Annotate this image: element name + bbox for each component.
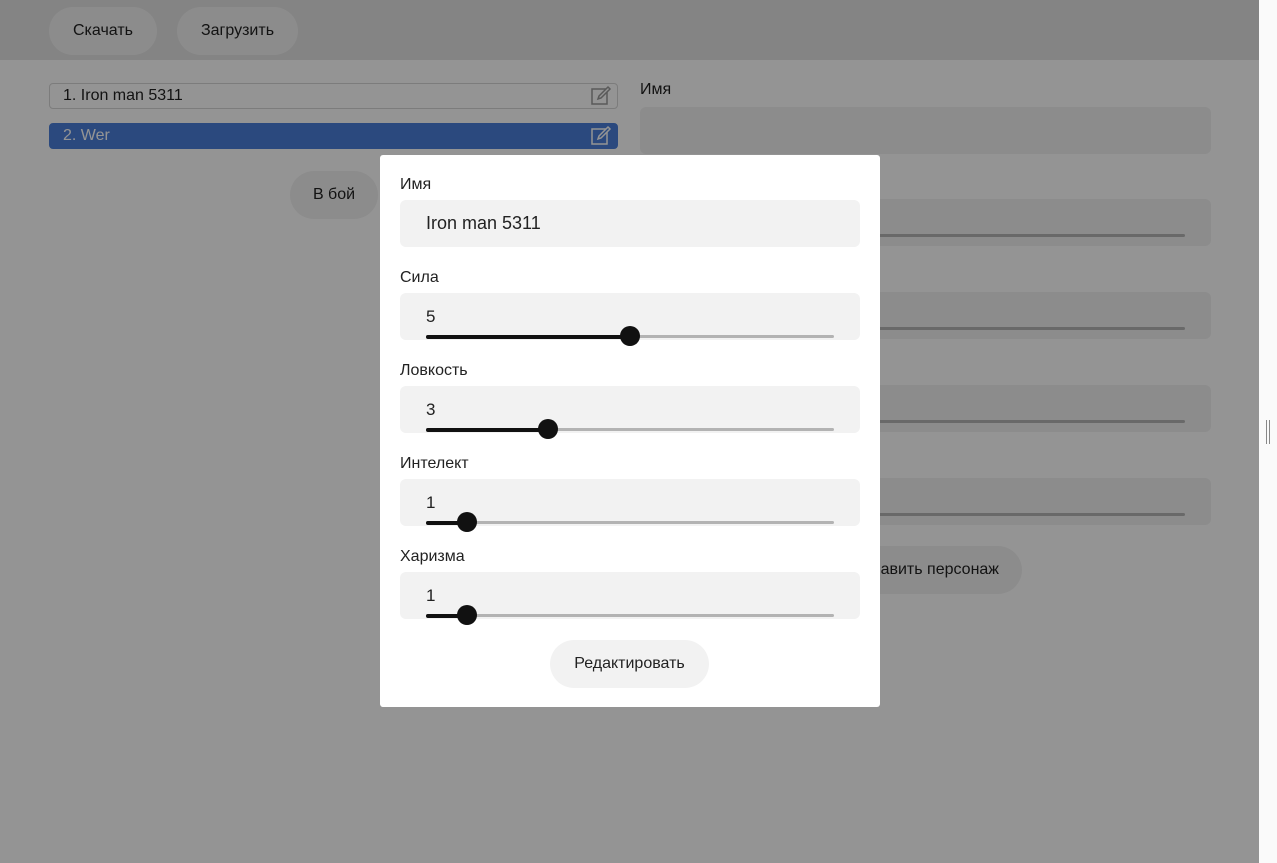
intellect-label: Интелект xyxy=(400,455,469,472)
strength-slider[interactable] xyxy=(426,326,834,346)
modal-name-field xyxy=(400,200,860,247)
charisma-value: 1 xyxy=(426,586,436,605)
agility-slider-thumb[interactable] xyxy=(538,419,559,439)
modal-name-input[interactable] xyxy=(400,200,860,247)
charisma-label: Харизма xyxy=(400,548,465,565)
intellect-field: 1 xyxy=(400,479,860,532)
agility-slider[interactable] xyxy=(426,419,834,439)
agility-value: 3 xyxy=(426,400,436,419)
intellect-value: 1 xyxy=(426,493,436,512)
modal-name-label: Имя xyxy=(400,176,432,193)
agility-field: 3 xyxy=(400,386,860,439)
strength-value: 5 xyxy=(426,307,436,326)
strength-field: 5 xyxy=(400,293,860,346)
edit-submit-button[interactable]: Редактировать xyxy=(550,640,709,688)
agility-slider-fill xyxy=(426,427,549,432)
intellect-slider[interactable] xyxy=(426,512,834,532)
charisma-slider[interactable] xyxy=(426,605,834,625)
scrollbar[interactable] xyxy=(1259,0,1277,863)
scrollbar-grip-icon[interactable] xyxy=(1266,420,1270,444)
edit-character-modal: Имя Сила 5 Ловкость 3 Интелект 1 Харизма… xyxy=(380,155,880,707)
strength-slider-fill xyxy=(426,334,630,339)
charisma-field: 1 xyxy=(400,572,860,625)
intellect-slider-thumb[interactable] xyxy=(456,512,477,532)
strength-slider-thumb[interactable] xyxy=(620,326,640,346)
strength-label: Сила xyxy=(400,269,439,286)
agility-label: Ловкость xyxy=(400,362,468,379)
charisma-slider-thumb[interactable] xyxy=(456,605,477,625)
